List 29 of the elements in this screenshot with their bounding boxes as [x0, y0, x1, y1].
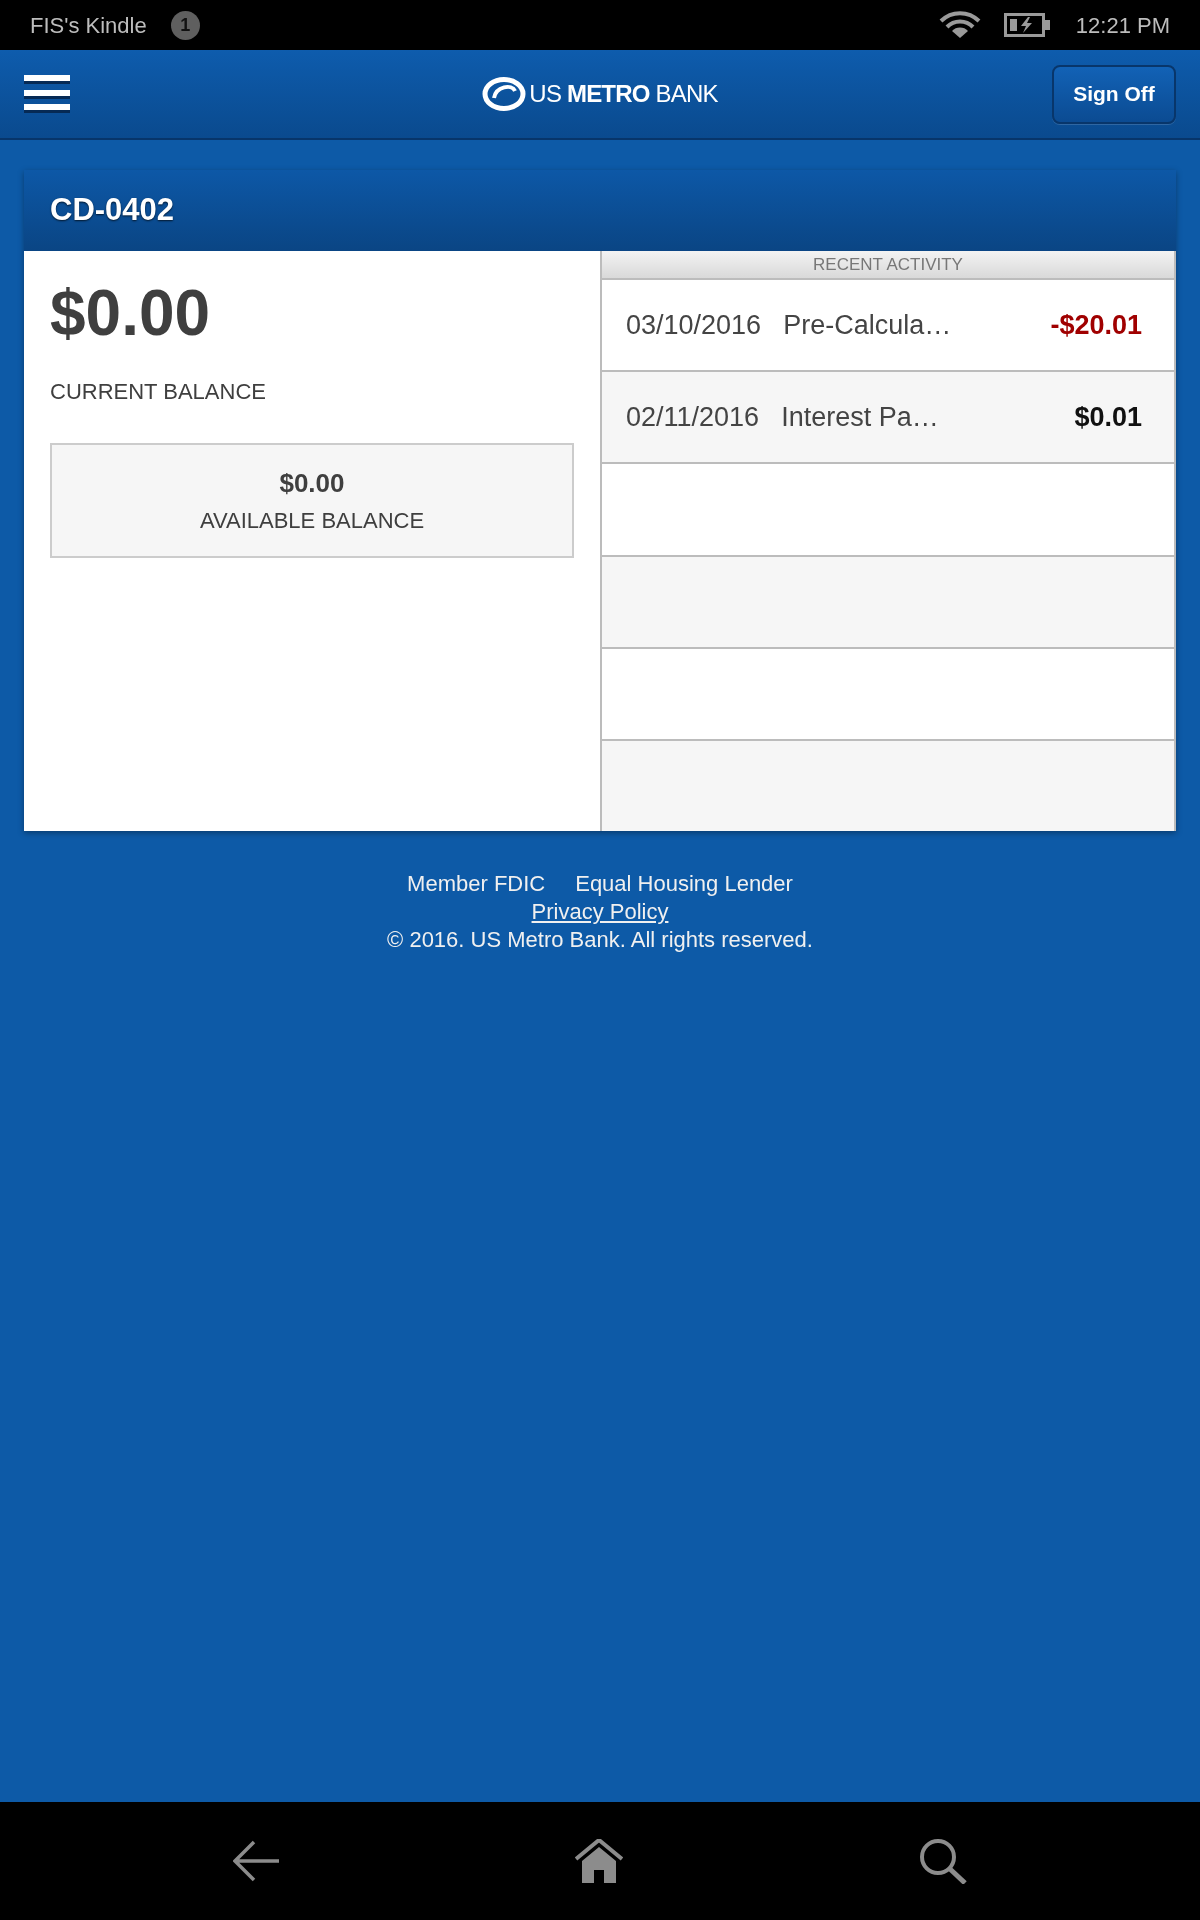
battery-charging-icon [1003, 13, 1050, 37]
account-title: CD-0402 [50, 191, 175, 230]
activity-title: RECENT ACTIVITY [813, 253, 963, 276]
copyright-text: © 2016. US Metro Bank. All rights reserved. [387, 926, 813, 954]
privacy-policy-link[interactable]: Privacy Policy [531, 898, 669, 926]
device-name: FIS's Kindle [30, 11, 147, 40]
footer-notice: Member FDIC [407, 870, 546, 898]
logo-icon [482, 77, 527, 111]
transaction-date: 03/10/2016 [626, 308, 762, 342]
sign-off-button[interactable]: Sign Off [1052, 64, 1176, 124]
available-balance-label: AVAILABLE BALANCE [199, 507, 425, 534]
search-icon[interactable] [919, 1838, 967, 1884]
transaction-row[interactable]: 02/11/2016 Interest Pa… $0.01 [602, 372, 1174, 465]
current-balance-label: CURRENT BALANCE [50, 379, 267, 405]
wifi-icon [937, 11, 982, 39]
menu-icon[interactable] [24, 75, 70, 113]
transaction-description: Interest Pa… [781, 401, 939, 434]
transaction-amount: $0.01 [1074, 401, 1142, 434]
transaction-date: 02/11/2016 [626, 401, 760, 434]
bank-logo-text: US METRO BANK [529, 79, 718, 109]
notification-badge: 1 [170, 10, 200, 40]
current-balance-amount: $0.00 [50, 281, 212, 345]
footer-notice: Equal Housing Lender [575, 870, 793, 898]
transaction-description: Pre-Calcula… [783, 308, 952, 342]
available-balance-amount: $0.00 [279, 467, 345, 498]
home-icon[interactable] [575, 1839, 623, 1883]
clock-time: 12:21 PM [1075, 11, 1170, 40]
transaction-amount: -$20.01 [1050, 308, 1142, 342]
back-arrow-icon[interactable] [233, 1840, 279, 1882]
